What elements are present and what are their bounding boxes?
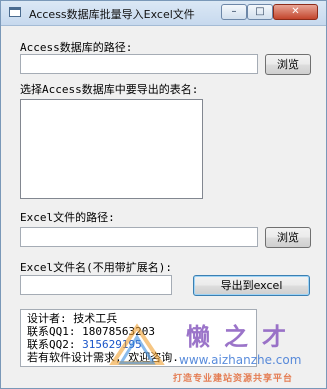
access-browse-button[interactable]: 浏览 <box>265 54 311 75</box>
access-path-label: Access数据库的路径: <box>20 41 133 54</box>
watermark-slogan: 打造专业建站资源共享平台 <box>173 374 294 384</box>
qq2-label: 联系QQ2: <box>27 338 83 351</box>
designer-text: 设计者: 技术工兵 <box>27 312 118 325</box>
minimize-button[interactable]: – <box>221 4 247 20</box>
table-select-label: 选择Access数据库中要导出的表名: <box>20 83 199 96</box>
contact-info-box: 设计者: 技术工兵 联系QQ1: 18078563203 联系QQ2: 3156… <box>20 309 257 367</box>
maximize-button[interactable]: □ <box>247 4 273 20</box>
excel-name-input[interactable] <box>20 275 172 295</box>
qq2-value: 315629195 <box>82 338 142 351</box>
close-button[interactable]: ✕ <box>273 4 318 20</box>
qq1-text: 联系QQ1: 18078563203 <box>27 325 155 338</box>
title-bar[interactable]: Access数据库批量导入Excel文件 – □ ✕ <box>1 1 326 26</box>
qq2-text: 联系QQ2: 315629195 <box>27 338 250 351</box>
window-title: Access数据库批量导入Excel文件 <box>29 8 195 21</box>
access-path-input[interactable] <box>20 54 258 74</box>
app-window: Access数据库批量导入Excel文件 – □ ✕ Access数据库的路径:… <box>0 0 327 389</box>
excel-browse-button[interactable]: 浏览 <box>265 227 311 248</box>
excel-path-input[interactable] <box>20 227 258 247</box>
excel-name-label: Excel文件名(不用带扩展名): <box>20 261 172 274</box>
excel-path-label: Excel文件的路径: <box>20 211 115 224</box>
table-listbox[interactable] <box>20 99 203 199</box>
note-text: 若有软件设计需求, 欢迎咨询. <box>27 351 179 364</box>
window-app-icon[interactable] <box>9 7 21 17</box>
export-excel-button[interactable]: 导出到excel <box>193 275 310 296</box>
